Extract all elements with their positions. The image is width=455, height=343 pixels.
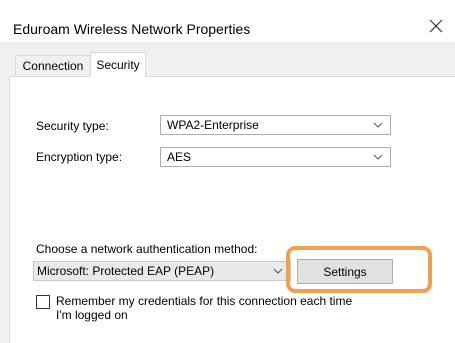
close-button[interactable] xyxy=(420,12,452,40)
encryption-type-label: Encryption type: xyxy=(36,150,123,164)
encryption-type-value: AES xyxy=(167,150,192,164)
close-icon xyxy=(429,19,443,33)
auth-method-value: Microsoft: Protected EAP (PEAP) xyxy=(37,264,215,278)
remember-credentials-label: Remember my credentials for this connect… xyxy=(56,294,353,322)
highlight-box xyxy=(286,246,432,293)
chevron-down-icon xyxy=(366,154,390,160)
security-type-value: WPA2-Enterprise xyxy=(167,118,259,132)
encryption-type-select[interactable]: AES xyxy=(160,147,391,167)
title-bar: Eduroam Wireless Network Properties xyxy=(0,0,455,42)
tab-security[interactable]: Security xyxy=(90,52,146,77)
window-title: Eduroam Wireless Network Properties xyxy=(13,21,251,37)
auth-method-select[interactable]: Microsoft: Protected EAP (PEAP) xyxy=(33,261,291,281)
security-type-label: Security type: xyxy=(36,119,109,133)
chevron-down-icon xyxy=(366,122,390,128)
properties-window: Eduroam Wireless Network Properties Conn… xyxy=(0,0,455,343)
tab-connection[interactable]: Connection xyxy=(15,55,91,75)
auth-method-label: Choose a network authentication method: xyxy=(36,242,258,256)
security-type-select[interactable]: WPA2-Enterprise xyxy=(160,115,391,135)
remember-credentials-checkbox[interactable] xyxy=(36,295,50,309)
